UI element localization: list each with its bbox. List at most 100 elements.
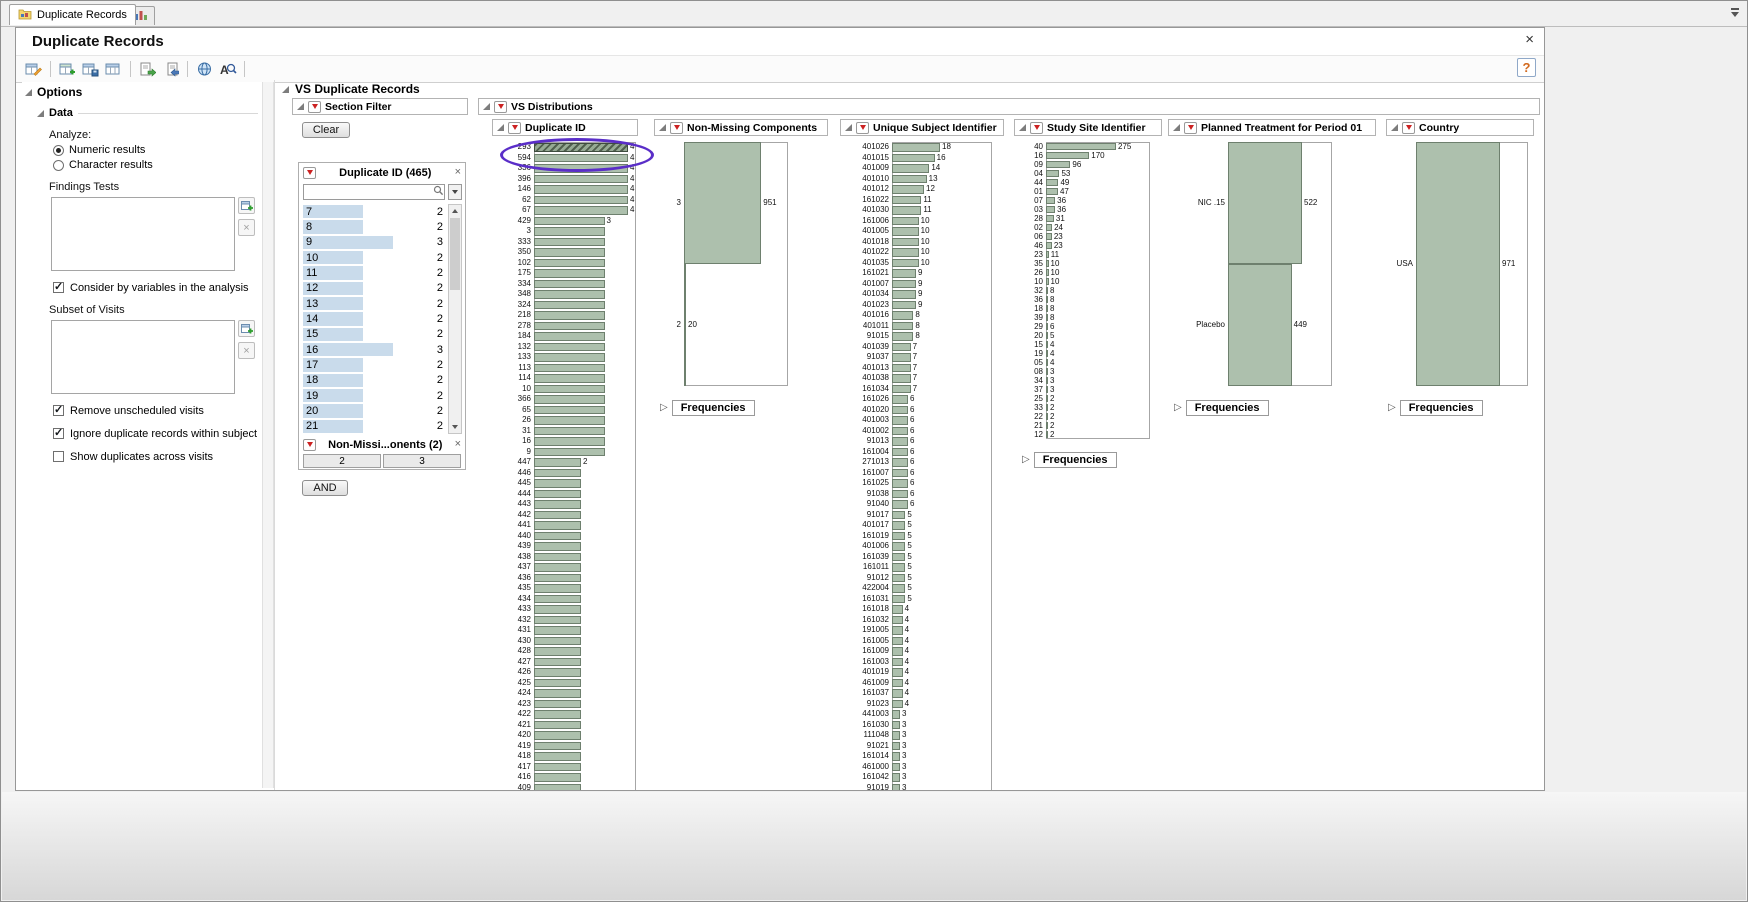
bar[interactable] [892, 353, 911, 362]
bar[interactable] [892, 374, 911, 383]
bar[interactable] [1228, 264, 1292, 386]
red-triangle-menu-icon[interactable] [670, 122, 683, 134]
bar[interactable] [892, 154, 935, 163]
checkbox-consider-by-variables[interactable]: Consider by variables in the analysis [53, 282, 258, 294]
bar[interactable] [892, 479, 908, 488]
bar[interactable] [892, 658, 903, 667]
bar[interactable] [534, 637, 581, 646]
bar[interactable] [1046, 143, 1116, 150]
bar[interactable] [892, 584, 905, 593]
filter-row[interactable]: 93 [303, 235, 447, 250]
edit-script-icon[interactable] [24, 60, 43, 79]
filter-row[interactable]: 152 [303, 327, 447, 342]
bar[interactable] [892, 626, 903, 635]
bar[interactable] [534, 395, 605, 404]
bar[interactable] [892, 311, 913, 320]
bar[interactable] [534, 343, 605, 352]
bar[interactable] [534, 385, 605, 394]
bar[interactable] [892, 563, 905, 572]
bar[interactable] [534, 280, 605, 289]
red-triangle-menu-icon[interactable] [1030, 122, 1043, 134]
data-outline-header[interactable]: Data [37, 107, 258, 119]
filter-row[interactable]: 102 [303, 250, 447, 265]
bar[interactable] [534, 521, 581, 530]
bar[interactable] [534, 374, 605, 383]
remove-filter-icon[interactable]: × [455, 439, 461, 450]
bar[interactable] [892, 196, 921, 205]
bar[interactable] [892, 259, 919, 268]
bar[interactable] [892, 332, 913, 341]
bar[interactable] [892, 521, 905, 530]
bar[interactable] [534, 616, 581, 625]
disclosure-open-icon[interactable] [282, 86, 289, 93]
red-triangle-menu-icon[interactable] [508, 122, 521, 134]
bar[interactable] [1228, 142, 1302, 264]
scroll-down-icon[interactable] [449, 421, 461, 433]
bar[interactable] [534, 773, 581, 782]
bar[interactable] [892, 542, 905, 551]
bar[interactable] [534, 217, 605, 226]
disclosure-open-icon[interactable] [483, 103, 490, 110]
scroll-up-icon[interactable] [449, 205, 461, 217]
add-visits-button[interactable] [238, 320, 255, 337]
disclosure-closed-icon[interactable]: ▷ [660, 403, 668, 413]
bar[interactable] [1046, 161, 1070, 168]
bar[interactable] [892, 238, 919, 247]
bar[interactable] [534, 784, 581, 792]
bar[interactable] [534, 700, 581, 709]
add-findings-tests-button[interactable] [238, 197, 255, 214]
disclosure-open-icon[interactable] [845, 124, 852, 131]
filter-search-input[interactable] [304, 187, 433, 198]
bar[interactable] [892, 427, 908, 436]
bar[interactable] [892, 385, 911, 394]
bar[interactable] [534, 332, 605, 341]
bar[interactable] [534, 742, 581, 751]
chart-header-country[interactable]: Country [1386, 119, 1534, 136]
bar[interactable] [534, 584, 581, 593]
bar[interactable] [534, 248, 605, 257]
bar[interactable] [534, 710, 581, 719]
bar[interactable] [892, 490, 908, 499]
bar[interactable] [534, 647, 581, 656]
bar[interactable] [892, 458, 908, 467]
checkbox-ignore-duplicate-records[interactable]: Ignore duplicate records within subject [53, 428, 258, 440]
bar[interactable] [1046, 179, 1058, 186]
bar[interactable] [534, 154, 628, 163]
disclosure-open-icon[interactable] [37, 110, 44, 117]
bar[interactable] [534, 532, 581, 541]
bar[interactable] [892, 605, 903, 614]
bar[interactable] [534, 490, 581, 499]
bar[interactable] [892, 206, 921, 215]
chart-header-planned-treatment[interactable]: Planned Treatment for Period 01 [1168, 119, 1376, 136]
bar[interactable] [534, 668, 581, 677]
filter-row[interactable]: 182 [303, 373, 447, 388]
bar[interactable] [534, 364, 605, 373]
red-triangle-menu-icon[interactable] [303, 167, 316, 179]
bar[interactable] [892, 710, 900, 719]
bar[interactable] [1416, 142, 1500, 386]
vs-distributions-header[interactable]: VS Distributions [478, 98, 1540, 115]
export-data-icon[interactable] [138, 60, 157, 79]
bar[interactable] [534, 542, 581, 551]
filter-row[interactable]: 72 [303, 204, 447, 219]
bar[interactable] [534, 206, 628, 215]
bar[interactable] [534, 479, 581, 488]
bar[interactable] [892, 647, 903, 656]
bar[interactable] [684, 142, 761, 264]
chart-header-unique-subject[interactable]: Unique Subject Identifier [840, 119, 1004, 136]
bar[interactable] [534, 185, 628, 194]
bar[interactable] [892, 752, 900, 761]
clear-visits-button[interactable]: × [238, 342, 255, 359]
filter-row[interactable]: 172 [303, 357, 447, 372]
subset-of-visits-listbox[interactable] [51, 320, 235, 394]
red-triangle-menu-icon[interactable] [856, 122, 869, 134]
remove-filter-icon[interactable]: × [455, 167, 461, 178]
filter-row[interactable]: 132 [303, 296, 447, 311]
bar[interactable] [892, 595, 905, 604]
close-icon[interactable]: × [1525, 31, 1534, 48]
filter-value-2-button[interactable]: 2 [303, 454, 381, 468]
bar[interactable] [534, 290, 605, 299]
vs-duplicate-records-header[interactable]: VS Duplicate Records [282, 82, 420, 96]
bar[interactable] [534, 406, 605, 415]
filter-row[interactable]: 122 [303, 281, 447, 296]
